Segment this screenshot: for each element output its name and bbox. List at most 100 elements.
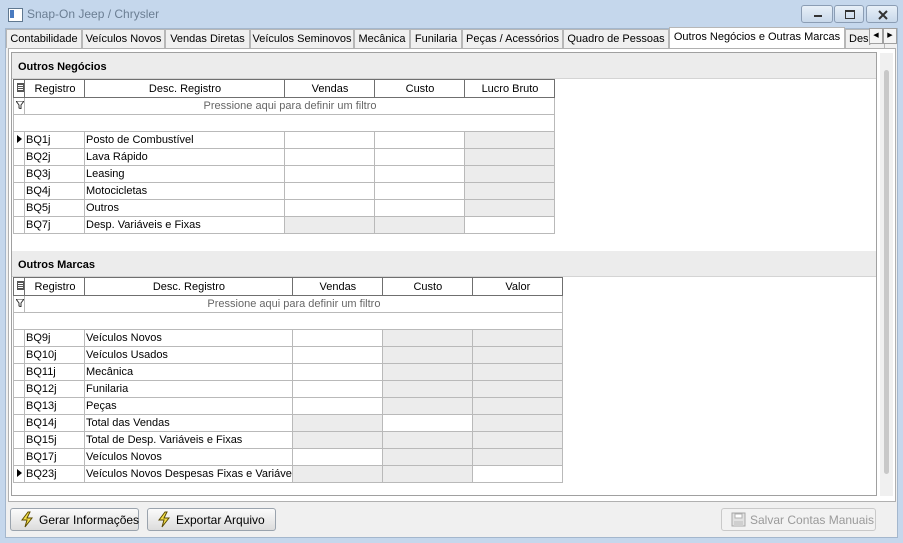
filter-row[interactable]: Pressione aqui para definir um filtro xyxy=(13,97,555,115)
tab-pecas-acessorios[interactable]: Peças / Acessórios xyxy=(462,29,563,48)
table-row[interactable]: BQ3j Leasing xyxy=(13,165,555,183)
tab-scroll-right-button[interactable]: ▶ xyxy=(883,28,897,44)
tab-outros-negocios[interactable]: Outros Negócios e Outras Marcas xyxy=(669,27,845,48)
column-header-valor[interactable]: Valor xyxy=(471,277,563,296)
cell-desc[interactable]: Leasing xyxy=(84,165,285,183)
cell-desc[interactable]: Mecânica xyxy=(84,363,293,381)
column-header-desc-registro[interactable]: Desc. Registro xyxy=(84,277,293,296)
gerar-informacoes-button[interactable]: Gerar Informações xyxy=(10,508,139,531)
column-header-desc-registro[interactable]: Desc. Registro xyxy=(84,79,285,98)
tab-quadro-de-pessoas[interactable]: Quadro de Pessoas xyxy=(563,29,669,48)
cell-desc[interactable]: Total de Desp. Variáveis e Fixas xyxy=(84,431,293,449)
tab-vendas-diretas[interactable]: Vendas Diretas xyxy=(165,29,250,48)
cell-vendas[interactable] xyxy=(284,148,375,166)
filter-row[interactable]: Pressione aqui para definir um filtro xyxy=(13,295,563,313)
cell-desc[interactable]: Motocicletas xyxy=(84,182,285,200)
cell-desc[interactable]: Outros xyxy=(84,199,285,217)
cell-registro[interactable]: BQ7j xyxy=(24,216,85,234)
salvar-contas-manuais-button[interactable]: Salvar Contas Manuais xyxy=(721,508,876,531)
tab-contabilidade[interactable]: Contabilidade xyxy=(6,29,82,48)
cell-desc[interactable]: Posto de Combustível xyxy=(84,131,285,149)
cell-registro[interactable]: BQ2j xyxy=(24,148,85,166)
close-button[interactable] xyxy=(866,5,898,23)
cell-custo[interactable] xyxy=(374,131,465,149)
cell-vendas[interactable] xyxy=(291,448,383,466)
table-row[interactable]: BQ23j Veículos Novos Despesas Fixas e Var… xyxy=(13,465,563,483)
cell-registro[interactable]: BQ10j xyxy=(24,346,85,364)
table-row[interactable]: BQ5j Outros xyxy=(13,199,555,217)
cell-lucro-bruto[interactable] xyxy=(464,216,555,234)
cell-desc[interactable]: Lava Rápido xyxy=(84,148,285,166)
minimize-button[interactable] xyxy=(801,5,833,23)
cell-desc[interactable]: Veículos Novos xyxy=(84,448,293,466)
table-row[interactable]: BQ11j Mecânica xyxy=(13,363,563,381)
tab-funilaria[interactable]: Funilaria xyxy=(410,29,462,48)
table-row[interactable]: BQ14j Total das Vendas xyxy=(13,414,563,432)
cell-registro[interactable]: BQ9j xyxy=(24,329,85,347)
cell-vendas[interactable] xyxy=(291,329,383,347)
column-header-registro[interactable]: Registro xyxy=(24,79,85,98)
cell-desc[interactable]: Peças xyxy=(84,397,293,415)
cell-registro[interactable]: BQ11j xyxy=(24,363,85,381)
cell-vendas[interactable] xyxy=(284,182,375,200)
cell-desc[interactable]: Desp. Variáveis e Fixas xyxy=(84,216,285,234)
cell-vendas[interactable] xyxy=(291,397,383,415)
cell-registro[interactable]: BQ12j xyxy=(24,380,85,398)
cell-desc[interactable]: Funilaria xyxy=(84,380,293,398)
cell-registro[interactable]: BQ14j xyxy=(24,414,85,432)
table-row[interactable]: BQ1j Posto de Combustível xyxy=(13,131,555,149)
table-row[interactable]: BQ2j Lava Rápido xyxy=(13,148,555,166)
tab-veiculos-novos[interactable]: Veículos Novos xyxy=(82,29,165,48)
cell-vendas[interactable] xyxy=(284,199,375,217)
column-chooser-button[interactable] xyxy=(13,277,25,296)
cell-vendas[interactable] xyxy=(291,363,383,381)
column-header-lucro-bruto[interactable]: Lucro Bruto xyxy=(464,79,555,98)
table-row[interactable]: BQ17j Veículos Novos xyxy=(13,448,563,466)
tab-scroll-left-button[interactable]: ◀ xyxy=(869,28,883,44)
column-header-vendas[interactable]: Vendas xyxy=(284,79,375,98)
cell-desc[interactable]: Veículos Novos xyxy=(84,329,293,347)
table-row[interactable]: BQ9j Veículos Novos xyxy=(13,329,563,347)
cell-registro[interactable]: BQ23j xyxy=(24,465,85,483)
tab-veiculos-seminovos[interactable]: Veículos Seminovos xyxy=(250,29,354,48)
column-header-custo[interactable]: Custo xyxy=(374,79,465,98)
scrollbar-thumb[interactable] xyxy=(884,70,889,474)
cell-custo[interactable] xyxy=(381,414,473,432)
exportar-arquivo-button[interactable]: Exportar Arquivo xyxy=(147,508,276,531)
table-row[interactable]: BQ4j Motocicletas xyxy=(13,182,555,200)
cell-custo[interactable] xyxy=(374,182,465,200)
cell-desc[interactable]: Veículos Novos Despesas Fixas e Variáve xyxy=(84,465,293,483)
cell-vendas[interactable] xyxy=(284,131,375,149)
cell-registro[interactable]: BQ13j xyxy=(24,397,85,415)
column-header-custo[interactable]: Custo xyxy=(381,277,473,296)
filter-hint[interactable]: Pressione aqui para definir um filtro xyxy=(24,295,563,313)
table-row[interactable]: BQ15j Total de Desp. Variáveis e Fixas xyxy=(13,431,563,449)
table-row[interactable]: BQ7j Desp. Variáveis e Fixas xyxy=(13,216,555,234)
table-row[interactable]: BQ10j Veículos Usados xyxy=(13,346,563,364)
maximize-button[interactable] xyxy=(834,5,864,23)
column-chooser-button[interactable] xyxy=(13,79,25,98)
cell-custo[interactable] xyxy=(374,165,465,183)
table-row[interactable]: BQ13j Peças xyxy=(13,397,563,415)
cell-custo[interactable] xyxy=(374,148,465,166)
cell-vendas[interactable] xyxy=(291,346,383,364)
cell-registro[interactable]: BQ1j xyxy=(24,131,85,149)
cell-registro[interactable]: BQ4j xyxy=(24,182,85,200)
column-header-vendas[interactable]: Vendas xyxy=(291,277,383,296)
cell-lucro-bruto xyxy=(464,182,555,200)
cell-custo[interactable] xyxy=(374,199,465,217)
cell-desc[interactable]: Total das Vendas xyxy=(84,414,293,432)
column-header-registro[interactable]: Registro xyxy=(24,277,85,296)
cell-registro[interactable]: BQ3j xyxy=(24,165,85,183)
cell-desc[interactable]: Veículos Usados xyxy=(84,346,293,364)
cell-vendas[interactable] xyxy=(284,165,375,183)
cell-vendas[interactable] xyxy=(291,380,383,398)
tab-mecanica[interactable]: Mecânica xyxy=(354,29,410,48)
filter-indicator xyxy=(13,295,25,313)
cell-valor[interactable] xyxy=(471,465,563,483)
table-row[interactable]: BQ12j Funilaria xyxy=(13,380,563,398)
cell-registro[interactable]: BQ5j xyxy=(24,199,85,217)
cell-registro[interactable]: BQ17j xyxy=(24,448,85,466)
cell-registro[interactable]: BQ15j xyxy=(24,431,85,449)
filter-hint[interactable]: Pressione aqui para definir um filtro xyxy=(24,97,555,115)
